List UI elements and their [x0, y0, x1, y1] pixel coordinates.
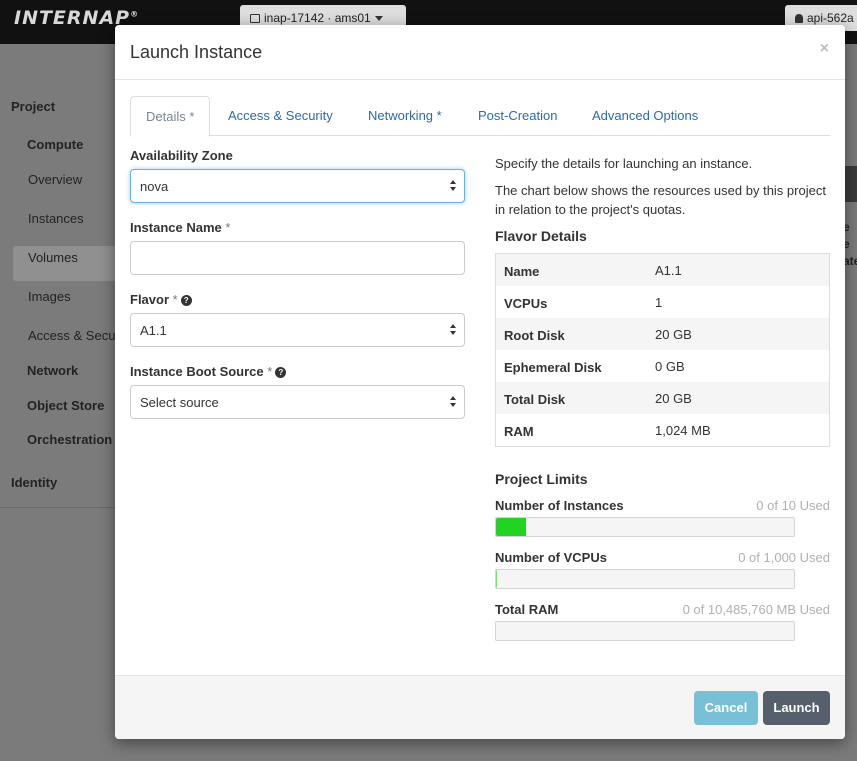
tab-advanced-options[interactable]: Advanced Options [577, 96, 713, 136]
sidebar-section-identity[interactable]: Identity [11, 475, 57, 490]
tab-details[interactable]: Details * [130, 96, 211, 137]
flavor-select[interactable]: A1.1 [130, 313, 465, 347]
project-switcher-label: inap-17142 · ams01 [264, 11, 371, 25]
sidebar-item-images[interactable]: Images [28, 289, 71, 304]
limit-used: 0 of 10 Used [756, 498, 830, 513]
availability-zone-select[interactable]: nova [130, 169, 465, 203]
flavor-label: Flavor *? [130, 292, 192, 307]
modal-title: Launch Instance [130, 42, 263, 62]
boot-source-label: Instance Boot Source *? [130, 364, 287, 379]
sidebar-group-network[interactable]: Network [27, 363, 78, 378]
flavor-details-title: Flavor Details [495, 228, 587, 244]
limit-instances: Number of Instances 0 of 10 Used [495, 498, 830, 537]
sidebar: Project Compute Overview Instances Volum… [0, 44, 133, 761]
tab-bar: Details * Access & Security Networking *… [130, 96, 830, 137]
sidebar-group-orchestration[interactable]: Orchestration [27, 432, 112, 447]
select-arrows-icon [450, 324, 458, 338]
availability-zone-label: Availability Zone [130, 148, 233, 163]
tab-post-creation[interactable]: Post-Creation [463, 96, 572, 136]
table-row: Ephemeral Disk 0 GB [504, 359, 685, 375]
close-icon[interactable]: × [820, 40, 829, 58]
sidebar-item-instances[interactable]: Instances [28, 211, 84, 226]
project-limits-title: Project Limits [495, 471, 588, 487]
limit-vcpus: Number of VCPUs 0 of 1,000 Used [495, 550, 830, 589]
limit-used: 0 of 10,485,760 MB Used [682, 602, 830, 617]
boot-source-select[interactable]: Select source [130, 385, 465, 419]
launch-instance-modal: Launch Instance × Details * Access & Sec… [115, 25, 845, 739]
table-row: Root Disk 20 GB [496, 318, 829, 350]
instance-name-input[interactable] [130, 241, 465, 275]
select-arrows-icon [450, 180, 458, 194]
modal-header: Launch Instance × [115, 25, 845, 80]
help-icon[interactable]: ? [275, 367, 287, 378]
progress-bar [495, 517, 795, 537]
modal-footer: Cancel Launch [115, 675, 845, 739]
background-text: ate [843, 254, 857, 268]
info-chart-description: The chart below shows the resources used… [495, 183, 826, 217]
table-row: Total Disk 20 GB [496, 382, 829, 414]
flavor-details-table: Name A1.1 VCPUs 1 Root Disk 20 GB Ephemeral… [495, 253, 830, 447]
limit-ram: Total RAM 0 of 10,485,760 MB Used [495, 602, 830, 641]
availability-zone-value: nova [140, 179, 169, 194]
limit-used: 0 of 1,000 Used [738, 550, 830, 565]
sidebar-section-project[interactable]: Project [11, 99, 55, 114]
info-description: Specify the details for launching an ins… [495, 156, 753, 171]
progress-fill [496, 518, 526, 536]
user-icon [795, 14, 803, 23]
tab-networking[interactable]: Networking * [353, 96, 457, 136]
progress-bar [495, 569, 795, 589]
progress-fill [496, 570, 497, 588]
sidebar-item-overview[interactable]: Overview [28, 172, 82, 187]
user-menu-label: api-562a [807, 11, 854, 25]
sidebar-group-object-store[interactable]: Object Store [27, 398, 104, 413]
sidebar-divider [0, 507, 120, 508]
table-row: Name A1.1 [496, 254, 829, 286]
select-arrows-icon [450, 396, 458, 410]
table-row: VCPUs 1 [504, 295, 663, 311]
table-row: RAM 1,024 MB [504, 423, 711, 439]
sidebar-item-access-security[interactable]: Access & Secu [28, 328, 115, 343]
flavor-value: A1.1 [140, 323, 167, 338]
launch-button[interactable]: Launch [763, 691, 830, 725]
tab-access-security[interactable]: Access & Security [213, 96, 348, 136]
help-icon[interactable]: ? [180, 295, 192, 306]
instance-name-label: Instance Name * [130, 220, 231, 235]
sidebar-item-volumes[interactable]: Volumes [28, 250, 78, 265]
server-icon [250, 14, 260, 23]
chevron-down-icon [374, 16, 383, 22]
cancel-button[interactable]: Cancel [694, 691, 758, 725]
sidebar-group-compute[interactable]: Compute [27, 137, 83, 152]
progress-bar [495, 621, 795, 641]
background-button-stub [845, 166, 857, 202]
boot-source-value: Select source [140, 395, 219, 410]
